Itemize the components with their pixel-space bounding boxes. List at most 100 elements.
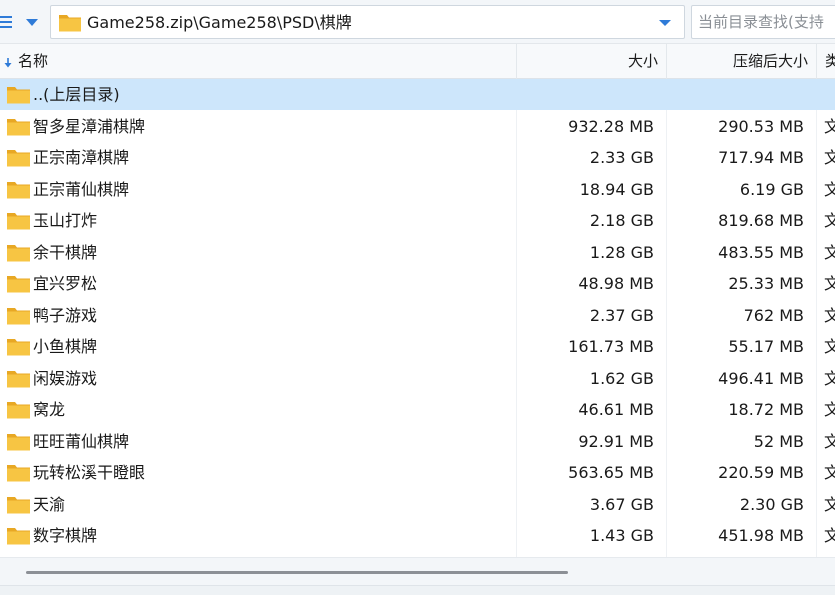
table-row[interactable]: 鸭子游戏 2.37 GB 762 MB 文: [0, 300, 835, 331]
table-row[interactable]: 玉山打炸 2.18 GB 819.68 MB 文: [0, 205, 835, 236]
folder-icon: [59, 15, 81, 32]
folder-icon: [7, 370, 30, 387]
file-size: 92.91 MB: [578, 431, 654, 451]
file-name: ..(上层目录): [33, 85, 120, 104]
folder-icon: [7, 528, 30, 545]
chevron-down-icon: [26, 19, 38, 26]
file-packed-size: 18.72 MB: [728, 400, 804, 419]
file-type: 文: [824, 463, 835, 482]
file-type: 文: [824, 337, 835, 356]
path-field[interactable]: Game258.zip\Game258\PSD\棋牌: [50, 5, 685, 39]
file-type: 文: [824, 494, 835, 514]
table-row[interactable]: 窝龙 46.61 MB 18.72 MB 文: [0, 394, 835, 425]
folder-icon: [7, 181, 30, 198]
file-size: [516, 79, 666, 110]
table-row[interactable]: 正宗南漳棋牌 2.33 GB 717.94 MB 文: [0, 142, 835, 173]
directory-search-input[interactable]: 当前目录查找(支持: [691, 5, 835, 39]
file-type: 文: [824, 116, 835, 136]
horizontal-scrollbar[interactable]: [0, 557, 835, 585]
file-type: 文: [824, 242, 835, 262]
file-name: 宜兴罗松: [33, 274, 98, 293]
folder-icon: [7, 307, 30, 324]
file-packed-size: 717.94 MB: [718, 148, 804, 167]
folder-icon: [7, 433, 30, 450]
scrollbar-thumb[interactable]: [26, 571, 568, 574]
folder-icon: [7, 244, 30, 261]
file-type: 文: [824, 305, 835, 325]
table-row[interactable]: 天渝 3.67 GB 2.30 GB 文: [0, 489, 835, 520]
folder-icon: [7, 465, 30, 482]
folder-icon: [7, 339, 30, 356]
table-row[interactable]: 智多星漳浦棋牌 932.28 MB 290.53 MB 文: [0, 111, 835, 142]
column-header: 名称 大小 压缩后大小 类: [0, 44, 835, 79]
folder-icon: [7, 118, 30, 135]
table-row[interactable]: 正宗莆仙棋牌 18.94 GB 6.19 GB 文: [0, 174, 835, 205]
file-name: 窝龙: [33, 400, 66, 419]
table-row[interactable]: 小鱼棋牌 161.73 MB 55.17 MB 文: [0, 331, 835, 362]
file-size: 2.33 GB: [589, 148, 654, 167]
file-type: 文: [824, 179, 835, 199]
file-type: 文: [824, 148, 835, 167]
file-packed-size: 2.30 GB: [739, 494, 804, 514]
file-type: 文: [824, 431, 835, 451]
file-type: 文: [824, 526, 835, 545]
folder-icon: [7, 276, 30, 293]
file-list: ..(上层目录) 智多星漳浦棋牌 932.28 MB 290.53 MB 文 正…: [0, 79, 835, 557]
history-dropdown-button[interactable]: [24, 14, 40, 30]
file-type: 文: [824, 368, 835, 388]
file-packed-size: 819.68 MB: [718, 211, 804, 230]
file-name: 旺旺莆仙棋牌: [33, 431, 130, 451]
table-row[interactable]: 余干棋牌 1.28 GB 483.55 MB 文: [0, 237, 835, 268]
file-name: 闲娱游戏: [33, 368, 98, 388]
address-bar: Game258.zip\Game258\PSD\棋牌 当前目录查找(支持: [0, 0, 835, 44]
file-name: 智多星漳浦棋牌: [33, 116, 146, 136]
table-row[interactable]: 玩转松溪干瞪眼 563.65 MB 220.59 MB 文: [0, 457, 835, 488]
file-packed-size: 55.17 MB: [728, 337, 804, 356]
folder-icon: [7, 496, 30, 513]
file-packed-size: 483.55 MB: [718, 242, 804, 262]
folder-icon: [7, 150, 30, 167]
file-size: 1.62 GB: [589, 368, 654, 388]
file-name: 鸭子游戏: [33, 305, 98, 325]
file-name: 玩转松溪干瞪眼: [33, 463, 146, 482]
path-dropdown-icon[interactable]: [658, 16, 672, 30]
folder-icon: [7, 402, 30, 419]
folder-icon: [7, 87, 30, 104]
file-packed-size: 52 MB: [753, 431, 804, 451]
file-packed-size: 220.59 MB: [718, 463, 804, 482]
file-name: 余干棋牌: [33, 242, 98, 262]
file-name: 玉山打炸: [33, 211, 98, 230]
file-size: 18.94 GB: [579, 179, 654, 199]
file-packed-size: 6.19 GB: [739, 179, 804, 199]
archive-browser-window: Game258.zip\Game258\PSD\棋牌 当前目录查找(支持 名称 …: [0, 0, 835, 595]
column-header-packed-size[interactable]: 压缩后大小: [666, 44, 816, 79]
file-type: 文: [824, 274, 835, 293]
file-type: 文: [824, 400, 835, 419]
file-size: 2.37 GB: [589, 305, 654, 325]
column-header-name[interactable]: 名称: [18, 44, 514, 79]
file-packed-size: 25.33 MB: [728, 274, 804, 293]
path-text: Game258.zip\Game258\PSD\棋牌: [87, 13, 352, 32]
menu-icon[interactable]: [0, 12, 14, 32]
file-type: [824, 79, 835, 110]
file-size: 161.73 MB: [568, 337, 654, 356]
table-row[interactable]: 旺旺莆仙棋牌 92.91 MB 52 MB 文: [0, 426, 835, 457]
file-name: 数字棋牌: [33, 526, 98, 545]
column-header-type[interactable]: 类: [816, 44, 835, 79]
folder-icon: [7, 213, 30, 230]
file-size: 48.98 MB: [578, 274, 654, 293]
file-name: 正宗南漳棋牌: [33, 148, 130, 167]
file-size: 3.67 GB: [589, 494, 654, 514]
status-bar: [0, 585, 835, 595]
table-row-parent-directory[interactable]: ..(上层目录): [0, 79, 835, 110]
file-packed-size: 451.98 MB: [718, 526, 804, 545]
table-row[interactable]: 宜兴罗松 48.98 MB 25.33 MB 文: [0, 268, 835, 299]
table-row[interactable]: 数字棋牌 1.43 GB 451.98 MB 文: [0, 520, 835, 551]
sort-arrow-icon: [4, 58, 12, 68]
column-header-size[interactable]: 大小: [516, 44, 666, 79]
file-size: 1.28 GB: [589, 242, 654, 262]
file-size: 1.43 GB: [589, 526, 654, 545]
file-size: 46.61 MB: [578, 400, 654, 419]
file-size: 2.18 GB: [589, 211, 654, 230]
table-row[interactable]: 闲娱游戏 1.62 GB 496.41 MB 文: [0, 363, 835, 394]
